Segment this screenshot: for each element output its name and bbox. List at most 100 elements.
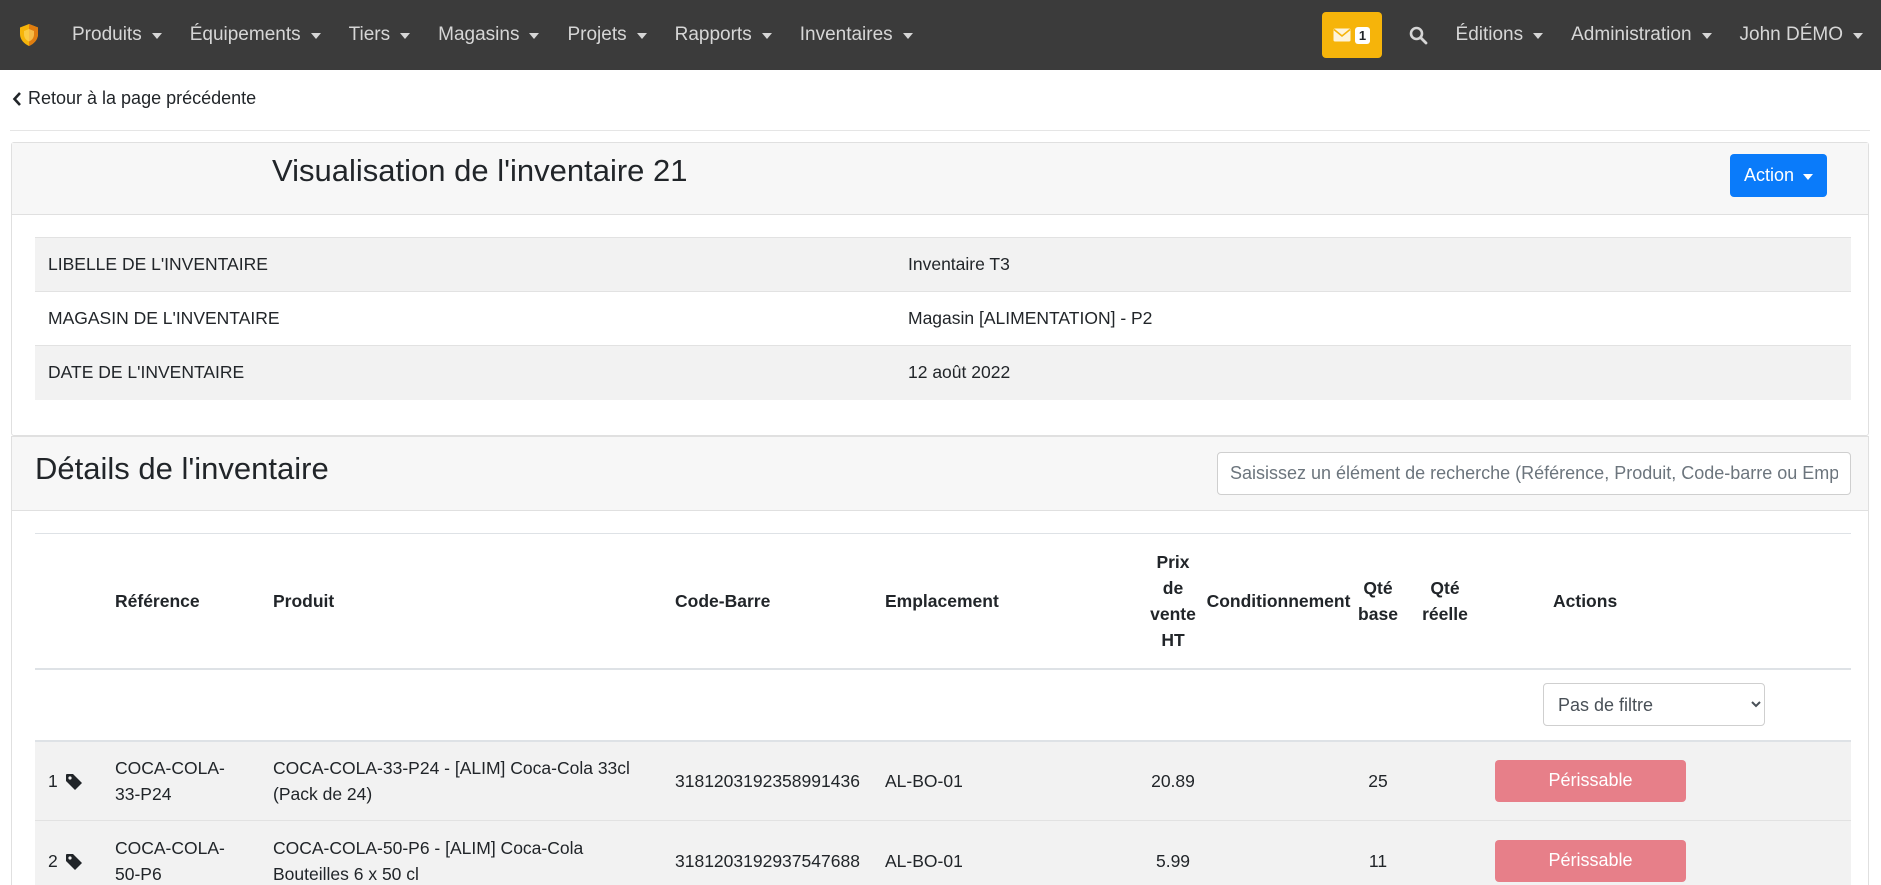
inventory-card-header: Visualisation de l'inventaire 21 Action [12,143,1868,215]
menu-label: Magasins [438,24,520,45]
perishable-button[interactable]: Périssable [1495,839,1686,882]
row-number-cell: 1 [35,740,115,821]
details-card: Détails de l'inventaire Référence Produi… [11,436,1869,885]
messages-button[interactable]: 1 [1321,12,1382,58]
chevron-left-icon [12,91,21,106]
col-qty-base[interactable]: Qté base [1352,533,1404,670]
reference-line: 33-P24 [115,783,172,804]
info-value: Magasin [ALIMENTATION] - P2 [908,308,1153,328]
info-label: LIBELLE DE L'INVENTAIRE [35,237,908,292]
menu-inventaires[interactable]: Inventaires [786,0,927,70]
back-link[interactable]: Retour à la page précédente [12,88,256,109]
table-row: 2 COCA-COLA- 50-P6 COCA-COLA-50-P6 - [AL… [35,820,1851,885]
info-row: DATE DE L'INVENTAIRE 12 août 2022 [35,345,1851,400]
product-line: COCA-COLA-50-P6 - [ALIM] Coca-Cola [273,837,584,858]
col-price-line: Prix [1156,551,1190,572]
chevron-down-icon [1853,33,1863,39]
col-number [35,533,115,670]
col-qty-base-line: Qté [1363,577,1393,598]
inventory-details-table: Référence Produit Code-Barre Emplacement… [35,533,1851,885]
col-qty-real-line: réelle [1422,603,1468,624]
envelope-icon [1333,28,1351,42]
product-line: Bouteilles 6 x 50 cl [273,863,419,884]
qty-real-cell[interactable] [1404,740,1486,821]
menu-label: Rapports [674,24,752,45]
location-cell: AL-BO-01 [885,740,1141,821]
menu-label: Inventaires [799,24,893,45]
search-button[interactable] [1396,0,1442,70]
table-header-row: Référence Produit Code-Barre Emplacement… [35,533,1851,670]
menu-user[interactable]: John DÉMO [1726,0,1881,70]
col-barcode[interactable]: Code-Barre [675,533,885,670]
row-number: 1 [48,770,58,791]
price-cell: 5.99 [1141,820,1205,885]
chevron-down-icon [1533,33,1544,39]
menu-produits[interactable]: Produits [58,0,176,70]
message-count-badge: 1 [1354,26,1371,44]
filter-row: Pas de filtre [35,668,1851,742]
filter-cell: Pas de filtre [1486,668,1851,742]
col-price[interactable]: Prix de vente HT [1141,533,1205,670]
reference-cell: COCA-COLA- 50-P6 [115,820,273,885]
action-label: Action [1743,165,1795,185]
info-value: 12 août 2022 [908,345,1851,400]
actions-cell: Périssable [1486,820,1851,885]
price-cell: 20.89 [1141,740,1205,821]
qty-base-cell: 25 [1352,740,1404,821]
inventory-card: Visualisation de l'inventaire 21 Action … [11,142,1869,436]
chevron-down-icon [636,33,647,39]
barcode-cell: 3181203192358991436 [675,740,885,821]
tag-icon[interactable] [65,773,83,791]
chevron-down-icon [902,33,913,39]
info-row: MAGASIN DE L'INVENTAIRE Magasin [ALIMENT… [35,291,1851,346]
menu-label: Produits [72,24,142,45]
menu-projets[interactable]: Projets [553,0,660,70]
details-card-header: Détails de l'inventaire [12,437,1868,511]
product-cell: COCA-COLA-50-P6 - [ALIM] Coca-Cola Boute… [273,820,675,885]
perishable-filter-select[interactable]: Pas de filtre [1543,683,1765,726]
menu-rapports[interactable]: Rapports [661,0,786,70]
reference-line: 50-P6 [115,863,162,884]
chevron-down-icon [761,33,772,39]
menu-administration[interactable]: Administration [1557,0,1725,70]
page-title: Visualisation de l'inventaire 21 [272,153,688,188]
tag-icon[interactable] [65,853,83,871]
reference-line: COCA-COLA- [115,757,225,778]
info-label: MAGASIN DE L'INVENTAIRE [48,308,280,328]
search-input[interactable] [1217,452,1851,495]
col-packaging[interactable]: Conditionnement [1205,533,1352,670]
inventory-info-table: LIBELLE DE L'INVENTAIRE Inventaire T3 MA… [35,237,1851,400]
menu-label: Équipements [189,24,301,45]
qty-real-cell[interactable] [1404,820,1486,885]
product-line: COCA-COLA-33-P24 - [ALIM] Coca-Cola 33cl [273,757,630,778]
back-link-label: Retour à la page précédente [28,88,257,108]
details-title: Détails de l'inventaire [35,451,329,486]
chevron-down-icon [529,33,540,39]
menu-editions[interactable]: Éditions [1442,0,1558,70]
barcode-cell: 3181203192937547688 [675,820,885,885]
col-product[interactable]: Produit [273,533,675,670]
brand-logo[interactable] [0,0,58,70]
location-cell: AL-BO-01 [885,820,1141,885]
menu-label: Éditions [1455,24,1524,45]
menu-equipements[interactable]: Équipements [176,0,335,70]
row-number: 2 [48,850,58,871]
chevron-down-icon [310,33,321,39]
info-label: DATE DE L'INVENTAIRE [35,345,908,400]
reference-cell: COCA-COLA- 33-P24 [115,740,273,821]
col-reference[interactable]: Référence [115,533,273,670]
info-row: LIBELLE DE L'INVENTAIRE Inventaire T3 [35,237,1851,292]
col-qty-real[interactable]: Qté réelle [1404,533,1486,670]
qty-base-cell: 11 [1352,820,1404,885]
col-qty-base-line: base [1358,603,1398,624]
menu-tiers[interactable]: Tiers [335,0,425,70]
col-location[interactable]: Emplacement [885,533,1141,670]
col-qty-real-line: Qté [1430,577,1460,598]
perishable-button[interactable]: Périssable [1495,759,1686,802]
menu-magasins[interactable]: Magasins [424,0,553,70]
row-number-cell: 2 [35,820,115,885]
action-dropdown-button[interactable]: Action [1730,154,1827,197]
filter-spacer [35,668,1486,742]
search-icon [1409,26,1428,44]
info-value: Inventaire T3 [908,237,1851,292]
